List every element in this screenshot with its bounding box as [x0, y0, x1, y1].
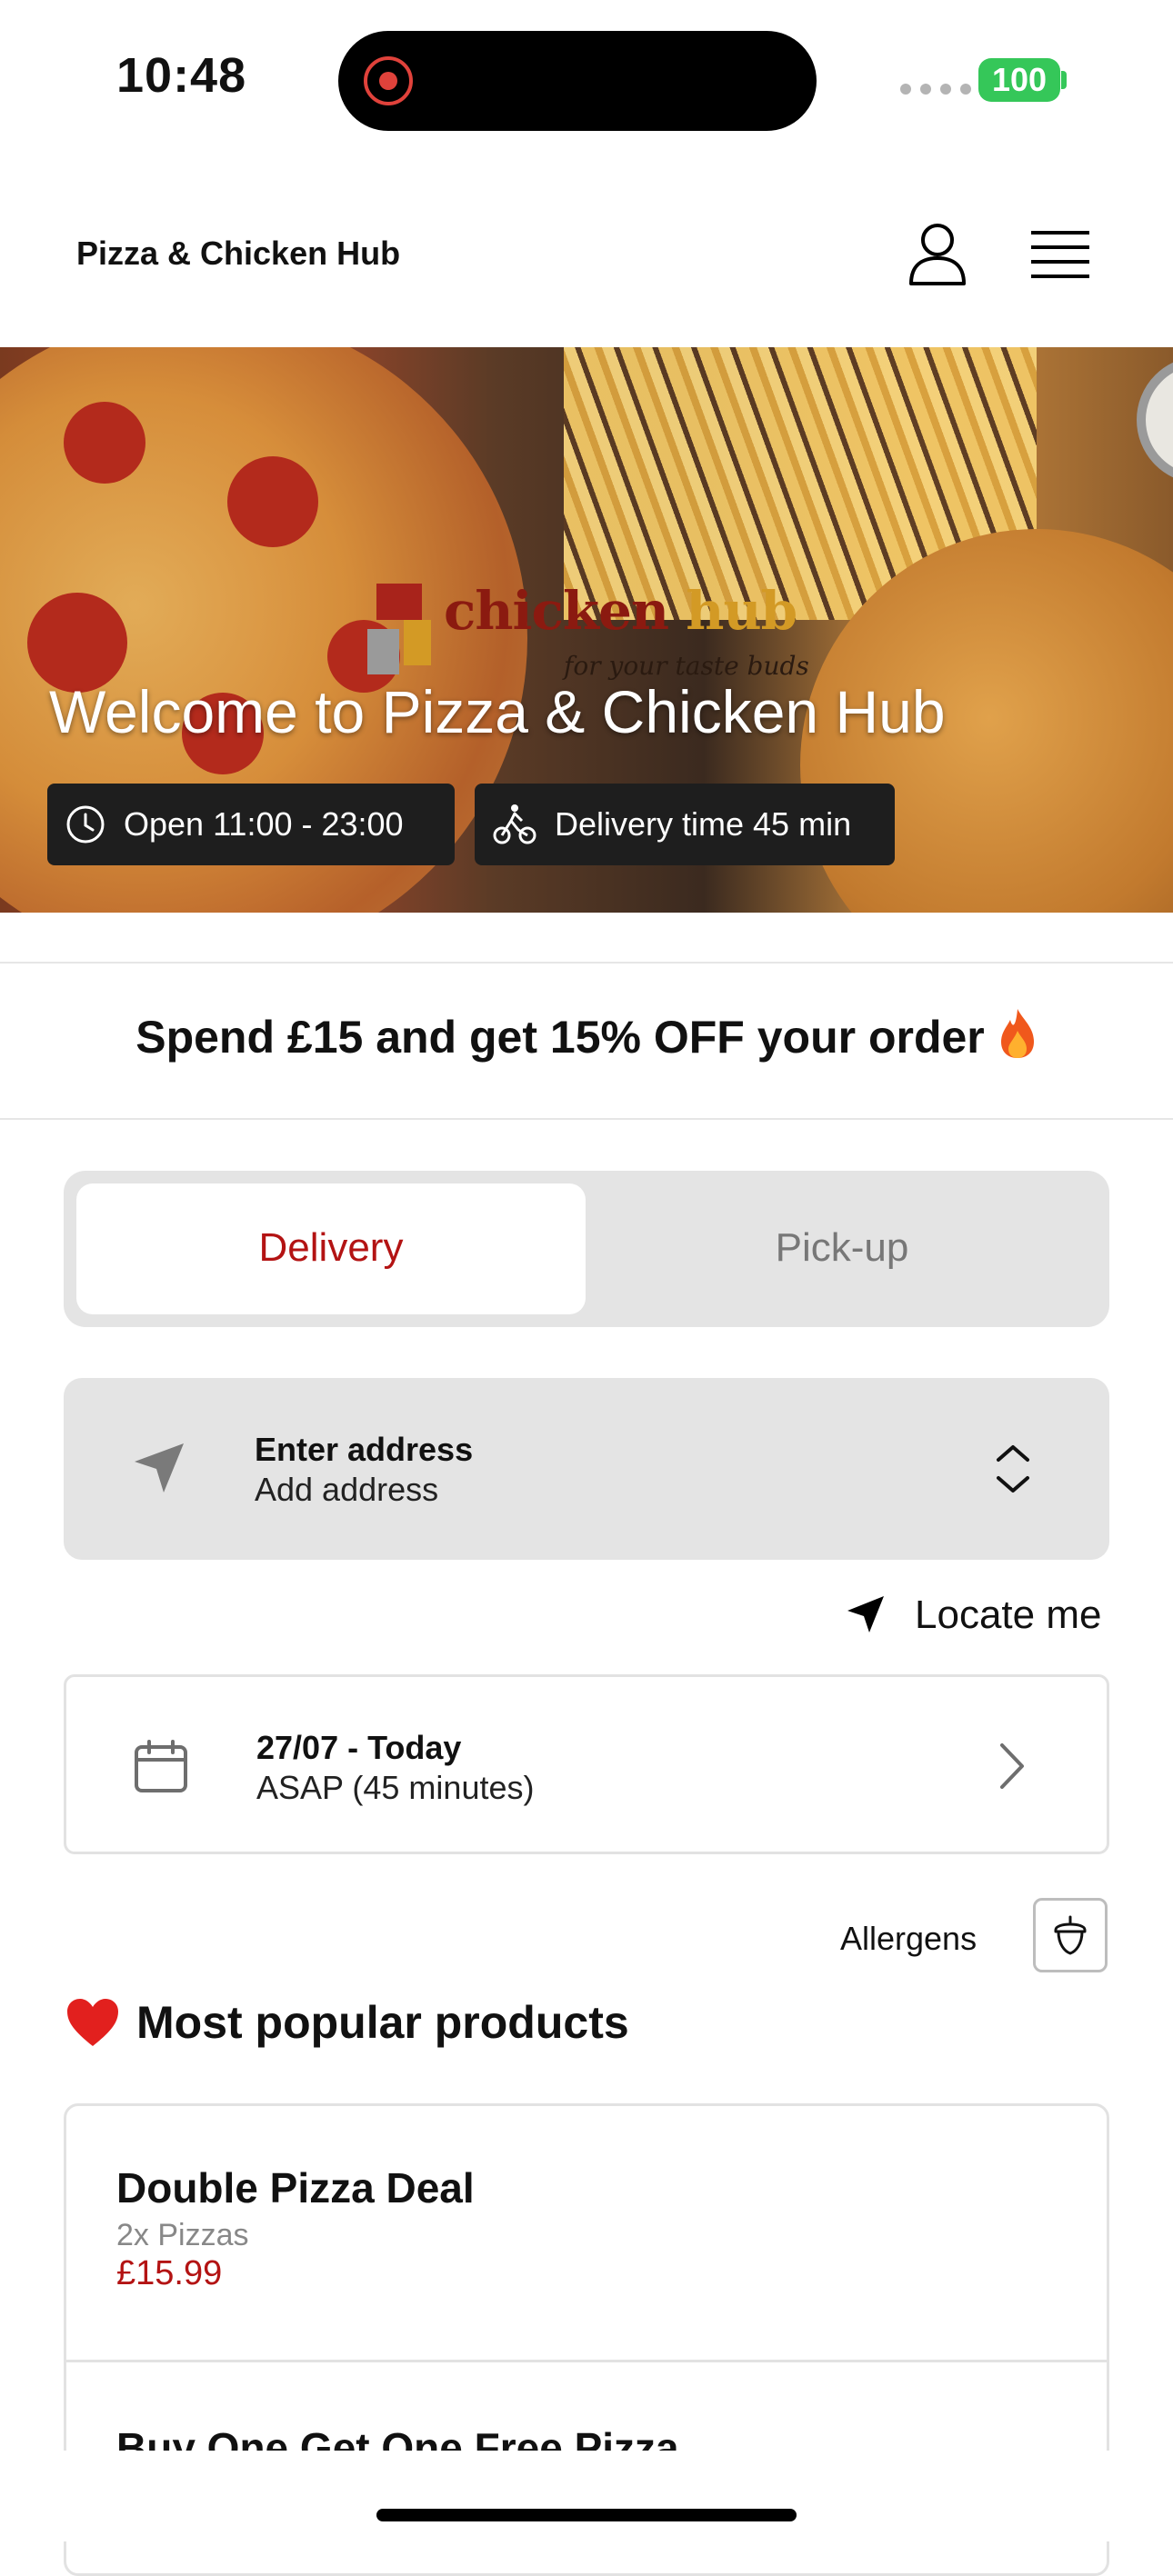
delivery-bike-icon	[493, 804, 536, 844]
logo-wordmark: chicken hub	[444, 580, 797, 642]
chevron-right-icon	[1000, 1743, 1024, 1789]
divider	[0, 1118, 1173, 1120]
status-time: 10:48	[116, 48, 247, 103]
hamburger-menu-icon[interactable]	[1031, 229, 1089, 280]
allergens-button[interactable]	[1033, 1898, 1108, 1972]
address-selector[interactable]	[64, 1378, 1109, 1560]
product-description: 2x Pizzas	[116, 2218, 249, 2252]
account-icon[interactable]	[906, 222, 969, 287]
delivery-time-badge: Delivery time 45 min	[475, 784, 895, 865]
logo-mark-icon	[367, 584, 431, 674]
allergens-label: Allergens	[840, 1920, 978, 1957]
clock-icon	[66, 805, 105, 844]
schedule-date: 27/07 - Today	[256, 1729, 462, 1766]
product-name[interactable]: Double Pizza Deal	[116, 2163, 475, 2212]
hero-title: Welcome to Pizza & Chicken Hub	[49, 678, 946, 745]
acorn-icon	[1054, 1915, 1087, 1955]
heart-icon	[67, 1999, 118, 2046]
product-price: £15.99	[116, 2254, 223, 2292]
home-indicator[interactable]	[376, 2509, 797, 2521]
navigation-arrow-icon	[135, 1443, 184, 1493]
calendar-icon	[135, 1740, 187, 1792]
bottom-safe-area	[0, 2451, 1173, 2541]
signal-icon	[900, 84, 971, 95]
opening-hours-text: Open 11:00 - 23:00	[124, 805, 404, 843]
delivery-time-text: Delivery time 45 min	[555, 805, 852, 843]
opening-hours-badge: Open 11:00 - 23:00	[47, 784, 455, 865]
battery-tip	[1061, 71, 1067, 89]
dip-image	[1137, 356, 1173, 484]
address-subtitle: Add address	[255, 1471, 439, 1508]
delivery-tab[interactable]: Delivery	[76, 1225, 586, 1271]
address-title: Enter address	[255, 1431, 474, 1468]
schedule-time: ASAP (45 minutes)	[256, 1769, 535, 1806]
battery-icon: 100	[978, 58, 1060, 102]
recording-icon	[364, 56, 413, 105]
promo-banner: Spend £15 and get 15% OFF your order	[0, 1007, 1173, 1063]
divider	[0, 962, 1173, 964]
popular-section-title: Most popular products	[65, 1996, 629, 2049]
schedule-selector[interactable]	[64, 1674, 1109, 1854]
chevron-up-down-icon	[997, 1445, 1029, 1493]
popular-title-text: Most popular products	[136, 1997, 629, 2048]
pepperoni	[64, 402, 145, 484]
divider	[64, 2360, 1109, 2362]
location-arrow-icon[interactable]	[844, 1593, 887, 1636]
locate-me-button[interactable]: Locate me	[915, 1593, 1101, 1638]
pepperoni	[227, 456, 318, 547]
promo-text: Spend £15 and get 15% OFF your order	[135, 1012, 985, 1063]
fire-icon	[1000, 1009, 1034, 1058]
restaurant-name[interactable]: Pizza & Chicken Hub	[76, 235, 400, 273]
pickup-tab[interactable]: Pick-up	[587, 1225, 1097, 1271]
